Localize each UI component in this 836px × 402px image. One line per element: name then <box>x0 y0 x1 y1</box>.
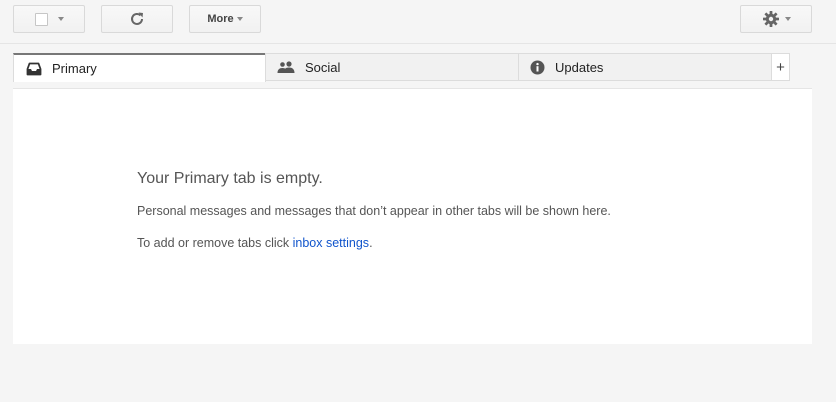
tab-updates-label: Updates <box>555 59 604 75</box>
chevron-down-icon <box>57 17 64 21</box>
tab-primary[interactable]: Primary <box>13 53 266 82</box>
empty-state-hint: To add or remove tabs click inbox settin… <box>137 236 373 250</box>
empty-state-hint-suffix: . <box>369 236 373 250</box>
tab-updates[interactable]: Updates <box>518 53 772 81</box>
tab-social[interactable]: Social <box>265 53 519 81</box>
refresh-icon <box>131 12 143 25</box>
empty-state-title: Your Primary tab is empty. <box>137 170 323 187</box>
more-button[interactable]: More <box>189 5 261 33</box>
chevron-down-icon <box>784 17 791 21</box>
chevron-down-icon <box>236 17 243 21</box>
settings-button[interactable] <box>740 5 812 33</box>
empty-state-hint-prefix: To add or remove tabs click <box>137 236 293 250</box>
select-button[interactable] <box>13 5 85 33</box>
plus-icon: + <box>776 58 785 76</box>
category-tabs: Primary Social Updates + <box>13 53 812 82</box>
tab-primary-label: Primary <box>52 61 97 76</box>
gear-icon <box>762 11 779 27</box>
add-tab-button[interactable]: + <box>771 53 790 81</box>
empty-state-description: Personal messages and messages that don’… <box>137 204 611 218</box>
refresh-button[interactable] <box>101 5 173 33</box>
people-icon <box>277 61 295 73</box>
tab-social-label: Social <box>305 59 341 75</box>
message-list-area: Your Primary tab is empty. Personal mess… <box>13 89 812 344</box>
inbox-settings-link[interactable]: inbox settings <box>293 236 369 250</box>
inbox-icon <box>26 62 42 76</box>
info-icon <box>530 60 545 75</box>
more-button-label: More <box>207 13 234 25</box>
select-checkbox-icon[interactable] <box>34 12 48 26</box>
toolbar: More <box>0 0 836 44</box>
